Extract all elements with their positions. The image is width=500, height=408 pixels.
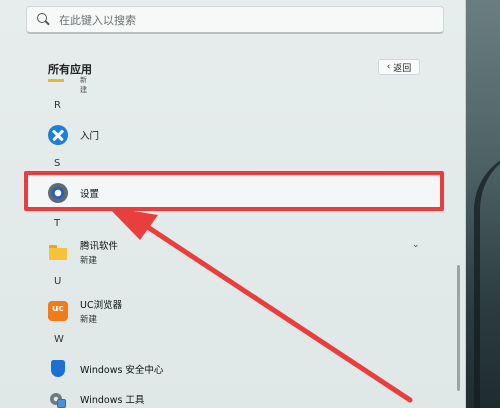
folder-icon	[48, 242, 68, 262]
app-name: 腾讯软件	[80, 241, 119, 252]
partial-list-item[interactable]: 新建	[48, 76, 88, 94]
uc-browser-icon	[48, 301, 68, 321]
app-subtitle: 新建	[80, 256, 98, 266]
start-menu-panel: 在此键入以搜索 所有应用 ‹ 返回 新建 R 入门 S 设置 T 腾讯软件 新建…	[0, 0, 466, 408]
app-item-uc-browser[interactable]: UC浏览器 新建	[40, 294, 440, 328]
search-box[interactable]: 在此键入以搜索	[26, 6, 444, 34]
group-letter-s[interactable]: S	[54, 158, 60, 169]
back-button-label: 返回	[393, 63, 412, 74]
app-item-windows-tools[interactable]: Windows 工具	[40, 382, 440, 408]
app-name: UC浏览器	[80, 300, 123, 311]
app-subtitle: 新建	[80, 315, 98, 325]
group-letter-u[interactable]: U	[54, 276, 61, 287]
group-letter-w[interactable]: W	[54, 334, 64, 345]
search-icon	[37, 12, 51, 27]
chevron-left-icon: ‹	[386, 62, 391, 72]
tools-icon	[48, 389, 68, 408]
folder-icon	[48, 79, 64, 82]
app-name: Windows 工具	[80, 395, 145, 406]
group-letter-r[interactable]: R	[54, 100, 61, 111]
app-item-rumen[interactable]: 入门	[40, 118, 440, 152]
app-name: Windows 安全中心	[80, 365, 164, 376]
desktop-background	[466, 0, 500, 408]
app-item-windows-security[interactable]: Windows 安全中心	[40, 352, 440, 386]
shield-icon	[48, 359, 68, 379]
search-placeholder: 在此键入以搜索	[59, 13, 136, 27]
partial-item-label: 新建	[80, 76, 87, 94]
highlight-box	[24, 171, 444, 211]
chevron-down-icon[interactable]: ⌄	[412, 240, 420, 250]
app-item-tencent-folder[interactable]: 腾讯软件 新建	[40, 235, 440, 269]
app-name: 入门	[80, 131, 100, 142]
back-button[interactable]: ‹ 返回	[378, 59, 420, 75]
group-letter-t[interactable]: T	[54, 218, 60, 229]
scrollbar[interactable]	[457, 265, 460, 391]
get-started-icon	[48, 125, 68, 145]
